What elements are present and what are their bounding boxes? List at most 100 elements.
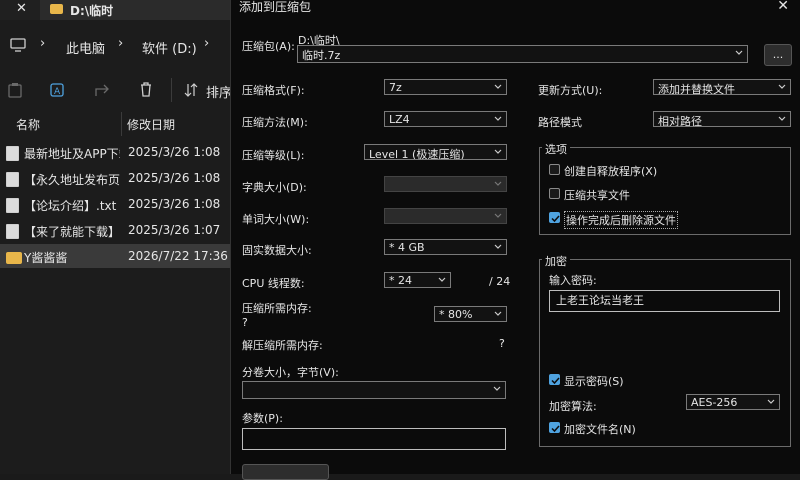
options-button[interactable] [242,464,329,480]
chevron-down-icon [778,116,786,121]
sfx-label: 创建自释放程序(X) [564,165,658,178]
file-name: 【来了就能下载】.txt [24,225,120,239]
dictionary-size-combo [384,176,507,192]
text-file-icon [6,224,19,239]
update-mode-label: 更新方式(U): [538,84,603,97]
update-mode-combo[interactable]: 添加并替换文件 [653,79,791,95]
text-file-icon [6,146,19,161]
password-input[interactable]: 上老王论坛当老王 [549,290,780,312]
sfx-checkbox[interactable] [549,164,560,175]
folder-icon [6,252,22,264]
check-icon [551,377,560,385]
text-file-icon [6,198,19,213]
chevron-down-icon [493,386,501,391]
sort-button[interactable]: 排序 [206,82,232,101]
delete-icon[interactable] [138,81,154,97]
folder-row[interactable]: Y酱酱酱 2026/7/22 17:36 [0,244,232,268]
cpu-threads-combo[interactable]: * 24 [384,272,451,288]
monitor-icon [10,38,26,52]
breadcrumb-drive-d[interactable]: 软件 (D:) [142,38,197,57]
show-password-checkbox[interactable] [549,374,560,385]
encryption-method-label: 加密算法: [549,400,597,413]
file-row[interactable]: 最新地址及APP下载.txt 2025/3/26 1:08 [0,140,232,164]
method-combo[interactable]: LZ4 [384,111,507,127]
chevron-right-icon: › [118,36,124,51]
tab-current-folder[interactable]: D:\临时 [40,0,232,20]
file-row[interactable]: 【来了就能下载】.txt 2025/3/26 1:07 [0,218,232,242]
parameters-input[interactable] [242,428,506,450]
file-row[interactable]: 【论坛介绍】.txt 2025/3/26 1:08 [0,192,232,216]
encryption-method-value: AES-256 [691,396,738,409]
file-row[interactable]: 【永久地址发布页】.txt 2025/3/26 1:08 [0,166,232,190]
close-icon[interactable]: ✕ [777,0,789,14]
word-size-label: 单词大小(W): [242,213,310,226]
chevron-down-icon [778,84,786,89]
file-name: 【永久地址发布页】.txt [24,173,120,187]
chevron-right-icon: › [40,36,46,51]
toolbar-divider [171,78,172,102]
delete-after-checkbox[interactable] [549,212,560,223]
chevron-down-icon [494,116,502,121]
check-icon [551,425,560,433]
folder-icon [50,4,63,14]
rename-icon[interactable]: A [50,82,66,98]
cpu-threads-value: * 24 [389,274,412,287]
chevron-down-icon [494,181,502,186]
tab-title: D:\临时 [70,4,114,18]
options-group-title: 选项 [542,141,570,157]
chevron-down-icon [494,311,502,316]
svg-text:A: A [54,87,61,97]
format-value: 7z [389,81,402,94]
cpu-threads-label: CPU 线程数: [242,277,305,290]
file-explorer-window: D:\临时 ✕ › 此电脑 › 软件 (D:) › A 排序 名称 修改日期 最… [0,0,232,474]
column-divider[interactable] [121,112,122,136]
shared-files-checkbox[interactable] [549,188,560,199]
parameters-label: 参数(P): [242,412,283,425]
volume-size-label: 分卷大小，字节(V): [242,366,339,379]
memory-usage-value: * 80% [439,308,473,321]
password-label: 输入密码: [549,274,597,287]
chevron-down-icon [494,244,502,249]
chevron-down-icon [494,84,502,89]
show-password-label: 显示密码(S) [564,375,624,388]
file-name: 【论坛介绍】.txt [24,199,117,213]
format-label: 压缩格式(F): [242,84,305,97]
file-name: 最新地址及APP下载.txt [24,147,120,161]
decompress-memory-value: ? [499,337,505,350]
chevron-down-icon [438,277,446,282]
level-combo[interactable]: Level 1 (极速压缩) [364,144,507,160]
memory-usage-combo[interactable]: * 80% [434,306,507,322]
chevron-down-icon [735,50,743,55]
share-icon[interactable] [94,82,110,98]
breadcrumb-this-pc[interactable]: 此电脑 [66,38,105,57]
update-mode-value: 添加并替换文件 [658,83,735,95]
encrypt-names-checkbox[interactable] [549,422,560,433]
dialog-title: 添加到压缩包 [239,0,312,14]
chevron-down-icon [767,399,775,404]
tab-close-icon[interactable]: ✕ [16,1,27,16]
dictionary-size-label: 字典大小(D): [242,181,307,194]
encryption-method-combo[interactable]: AES-256 [686,394,780,410]
encryption-group-title: 加密 [542,253,570,269]
solid-block-label: 固实数据大小: [242,244,312,257]
browse-button[interactable]: ... [764,44,792,66]
path-mode-combo[interactable]: 相对路径 [653,111,791,127]
address-bar[interactable]: › 此电脑 › 软件 (D:) › [0,30,232,62]
solid-block-combo[interactable]: * 4 GB [384,239,507,255]
format-combo[interactable]: 7z [384,79,507,95]
file-date: 2025/3/26 1:08 [128,171,221,185]
text-file-icon [6,172,19,187]
cpu-threads-max: / 24 [489,275,511,288]
path-mode-value: 相对路径 [658,115,702,127]
volume-size-combo[interactable] [242,381,506,399]
shared-files-label: 压缩共享文件 [564,189,630,202]
chevron-right-icon: › [204,36,210,51]
path-mode-label: 路径模式 [538,116,582,129]
column-modified-header[interactable]: 修改日期 [127,116,175,133]
paste-icon[interactable] [8,82,22,98]
add-to-archive-dialog: 添加到压缩包 ✕ 压缩包(A): D:\临时\ 临时.7z ... 压缩格式(F… [230,0,800,480]
file-date: 2025/3/26 1:08 [128,145,221,159]
archive-name-combo[interactable]: 临时.7z [297,45,748,63]
archive-label: 压缩包(A): [242,40,295,53]
column-name-header[interactable]: 名称 [16,116,40,133]
